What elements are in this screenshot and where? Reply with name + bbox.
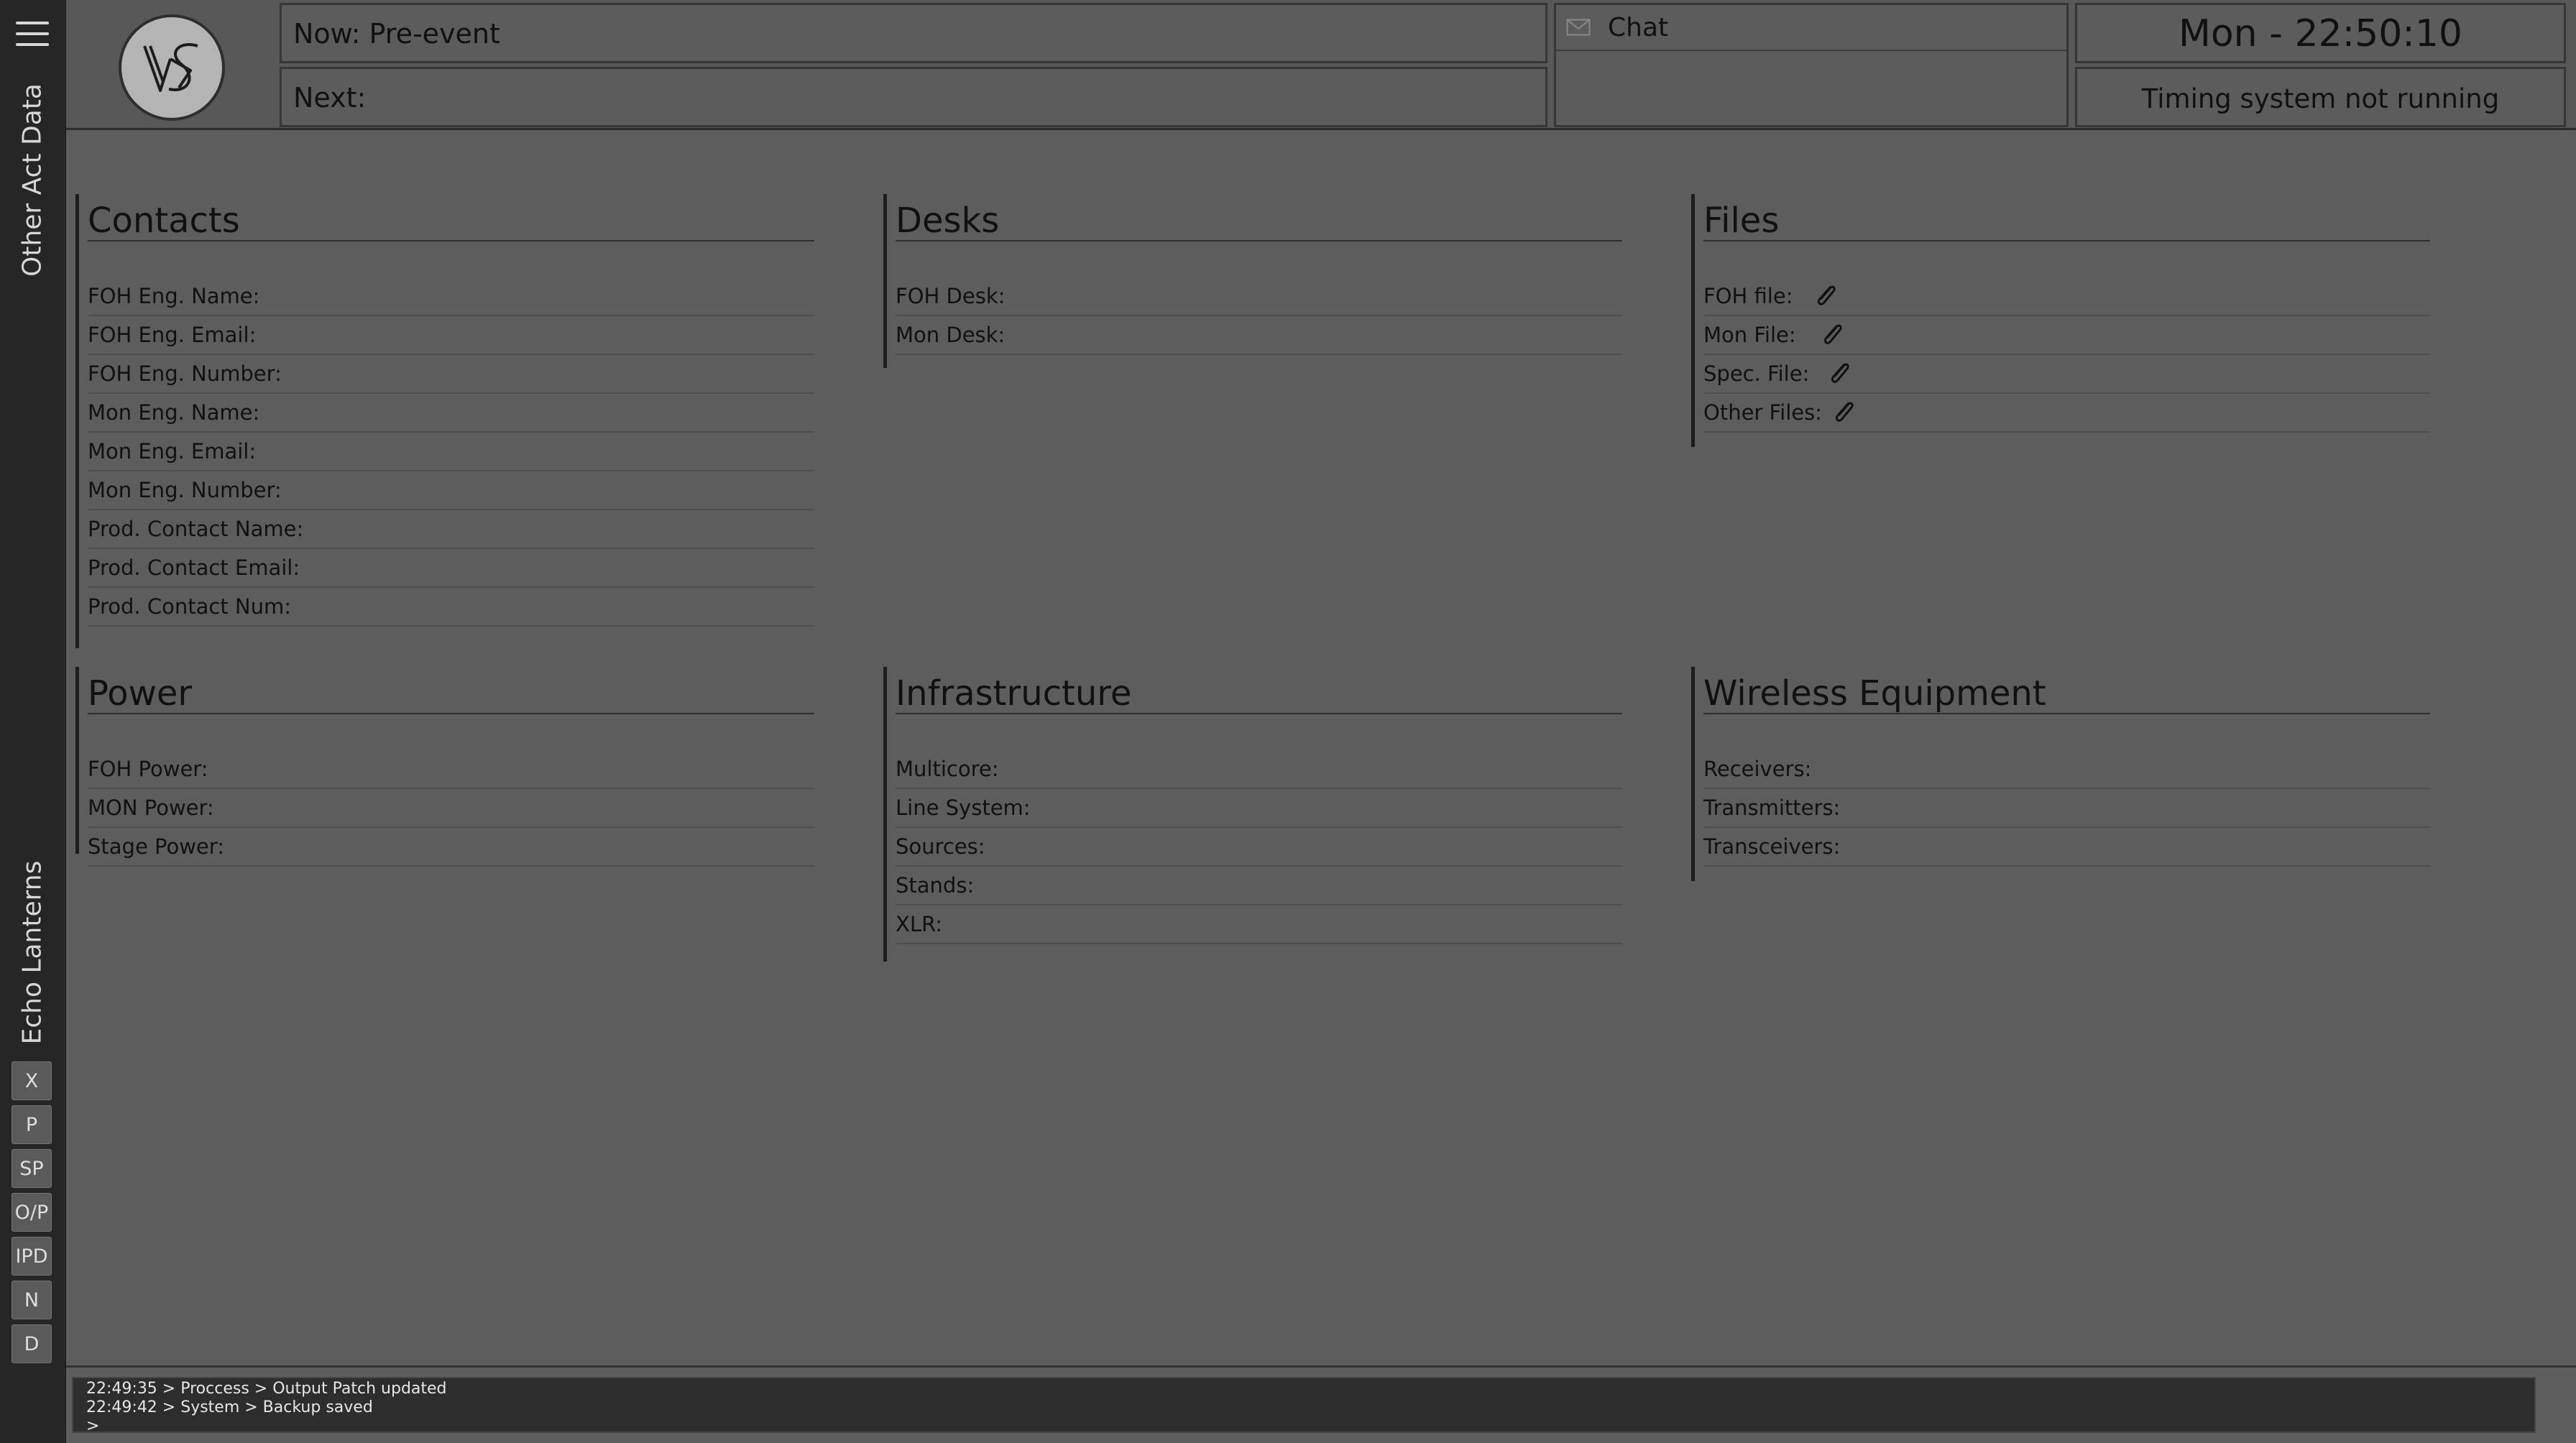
field-receivers[interactable]: Receivers: (1703, 750, 2430, 789)
field-foh-desk[interactable]: FOH Desk: (896, 277, 1622, 316)
section-title-files: Files (1703, 194, 2430, 241)
field-label: Mon Eng. Name: (88, 400, 260, 425)
power-section: Power FOH Power: MON Power: Stage Power: (75, 667, 814, 867)
field-mon-eng-name[interactable]: Mon Eng. Name: (88, 394, 814, 433)
field-transmitters[interactable]: Transmitters: (1703, 789, 2430, 828)
field-label: XLR: (896, 912, 943, 936)
header-bar: Now: Pre-event Next: Chat Mon - 22:50:10… (66, 0, 2576, 130)
field-label: Prod. Contact Num: (88, 594, 291, 619)
field-foh-power[interactable]: FOH Power: (88, 750, 814, 789)
field-label: FOH file: (1703, 284, 1793, 308)
rail-button-n[interactable]: N (12, 1281, 52, 1319)
left-rail: Other Act Data Echo Lanterns X P SP O/P … (0, 0, 66, 1443)
rail-button-op[interactable]: O/P (12, 1193, 52, 1232)
field-foh-file[interactable]: FOH file: (1703, 277, 2430, 316)
console-log[interactable]: 22:49:35 > Proccess > Output Patch updat… (72, 1377, 2536, 1436)
field-label: FOH Eng. Email: (88, 323, 257, 347)
clock-box: Mon - 22:50:10 (2075, 3, 2566, 63)
field-label: Receivers: (1703, 757, 1812, 781)
logo-icon (143, 43, 198, 92)
other-act-data-tab[interactable]: Other Act Data (18, 83, 47, 277)
field-mon-eng-email[interactable]: Mon Eng. Email: (88, 433, 814, 471)
field-label: MON Power: (88, 796, 214, 820)
rail-button-p[interactable]: P (12, 1105, 52, 1144)
field-label: Transceivers: (1703, 834, 1841, 859)
wireless-section: Wireless Equipment Receivers: Transmitte… (1691, 667, 2430, 881)
field-transceivers[interactable]: Transceivers: (1703, 828, 2430, 867)
chat-header[interactable]: Chat (1556, 5, 2066, 51)
field-other-files[interactable]: Other Files: (1703, 394, 2430, 433)
section-title-contacts: Contacts (88, 194, 814, 241)
menu-icon[interactable] (16, 22, 49, 47)
chat-panel: Chat (1554, 3, 2069, 127)
field-stage-power[interactable]: Stage Power: (88, 828, 814, 867)
rail-button-x[interactable]: X (12, 1061, 52, 1100)
field-prod-contact-name[interactable]: Prod. Contact Name: (88, 510, 814, 549)
field-label: Other Files: (1703, 400, 1822, 425)
field-stands[interactable]: Stands: (896, 867, 1622, 905)
paperclip-icon[interactable] (1819, 321, 1846, 349)
paperclip-icon[interactable] (1826, 359, 1854, 388)
next-box: Next: (280, 67, 1547, 127)
timing-status-box: Timing system not running (2075, 67, 2566, 127)
now-label: Now: Pre-event (293, 18, 500, 50)
contacts-section: Contacts FOH Eng. Name: FOH Eng. Email: … (75, 194, 814, 648)
console-line: 22:49:35 > Proccess > Output Patch updat… (86, 1380, 447, 1398)
field-label: FOH Eng. Number: (88, 361, 282, 386)
rail-button-sp[interactable]: SP (12, 1149, 52, 1188)
mail-icon (1566, 19, 1591, 36)
console-divider (66, 1365, 2576, 1368)
field-mon-file[interactable]: Mon File: (1703, 316, 2430, 355)
field-label: Sources: (896, 834, 985, 859)
section-title-wireless: Wireless Equipment (1703, 667, 2430, 714)
field-line-system[interactable]: Line System: (896, 789, 1622, 828)
console-line: 22:49:42 > System > Backup saved (86, 1398, 373, 1416)
field-mon-desk[interactable]: Mon Desk: (896, 316, 1622, 355)
paperclip-icon[interactable] (1831, 398, 1858, 427)
rail-button-d[interactable]: D (12, 1324, 52, 1363)
field-mon-power[interactable]: MON Power: (88, 789, 814, 828)
field-label: FOH Eng. Name: (88, 284, 260, 308)
infrastructure-section: Infrastructure Multicore: Line System: S… (883, 667, 1622, 962)
field-label: Prod. Contact Name: (88, 517, 304, 541)
paperclip-icon[interactable] (1813, 282, 1840, 310)
section-title-power: Power (88, 667, 814, 714)
field-xlr[interactable]: XLR: (896, 905, 1622, 944)
clock-display: Mon - 22:50:10 (2178, 12, 2462, 55)
field-label: FOH Desk: (896, 284, 1006, 308)
field-prod-contact-num[interactable]: Prod. Contact Num: (88, 588, 814, 627)
next-label: Next: (293, 82, 367, 114)
field-label: FOH Power: (88, 757, 208, 781)
files-section: Files FOH file: Mon File: Spec. File: Ot… (1691, 194, 2430, 447)
console-prompt[interactable]: > (86, 1417, 2521, 1436)
logo (119, 14, 225, 121)
field-label: Transmitters: (1703, 796, 1841, 820)
field-label: Prod. Contact Email: (88, 555, 300, 580)
section-title-desks: Desks (896, 194, 1622, 241)
field-label: Mon File: (1703, 323, 1796, 347)
desks-section: Desks FOH Desk: Mon Desk: (883, 194, 1622, 368)
field-foh-eng-name[interactable]: FOH Eng. Name: (88, 277, 814, 316)
now-box: Now: Pre-event (280, 3, 1547, 63)
field-sources[interactable]: Sources: (896, 828, 1622, 867)
field-label: Spec. File: (1703, 361, 1810, 386)
field-label: Mon Desk: (896, 323, 1006, 347)
field-label: Line System: (896, 796, 1031, 820)
field-spec-file[interactable]: Spec. File: (1703, 355, 2430, 394)
rail-button-ipd[interactable]: IPD (12, 1237, 52, 1276)
field-foh-eng-number[interactable]: FOH Eng. Number: (88, 355, 814, 394)
field-foh-eng-email[interactable]: FOH Eng. Email: (88, 316, 814, 355)
field-label: Stands: (896, 873, 975, 898)
section-title-infrastructure: Infrastructure (896, 667, 1622, 714)
field-label: Mon Eng. Number: (88, 478, 282, 502)
chat-label: Chat (1608, 12, 1669, 42)
timing-status: Timing system not running (2141, 83, 2500, 114)
field-multicore[interactable]: Multicore: (896, 750, 1622, 789)
field-prod-contact-email[interactable]: Prod. Contact Email: (88, 549, 814, 588)
field-label: Mon Eng. Email: (88, 439, 257, 464)
act-name-label[interactable]: Echo Lanterns (18, 861, 47, 1045)
field-label: Stage Power: (88, 834, 224, 859)
field-label: Multicore: (896, 757, 999, 781)
field-mon-eng-number[interactable]: Mon Eng. Number: (88, 471, 814, 510)
